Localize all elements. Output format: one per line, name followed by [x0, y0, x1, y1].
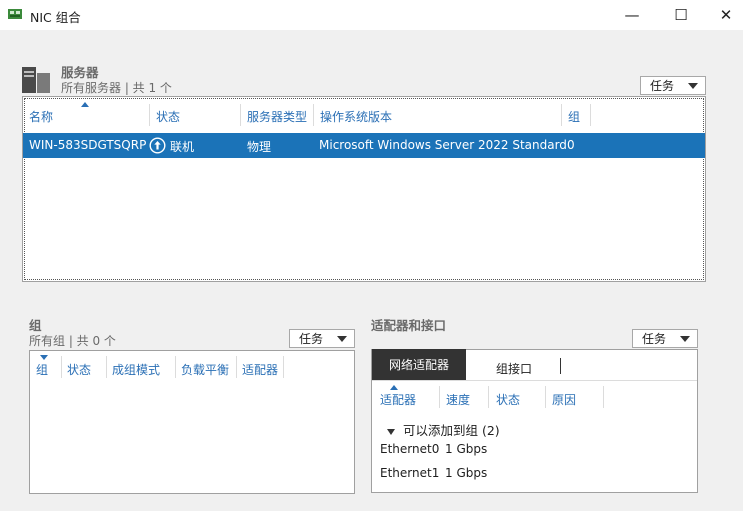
servers-col-status[interactable]: 状态: [156, 108, 180, 125]
groups-col-adapters[interactable]: 适配器: [242, 361, 278, 378]
groups-count-subtitle: 所有组 | 共 0 个: [29, 334, 116, 348]
column-divider: [175, 356, 176, 378]
sort-ascending-icon: [390, 385, 398, 390]
column-divider: [149, 104, 150, 126]
column-divider: [439, 386, 440, 408]
column-divider: [488, 386, 489, 408]
servers-count-subtitle: 所有服务器 | 共 1 个: [61, 81, 172, 95]
column-divider: [561, 104, 562, 126]
servers-col-name[interactable]: 名称: [29, 108, 53, 125]
minimize-icon: —: [624, 6, 640, 24]
tab-network-adapters-label: 网络适配器: [388, 358, 449, 372]
server-name: WIN-583SDGTSQRP: [29, 138, 147, 152]
groups-tasks-label: 任务: [299, 332, 324, 346]
tab-network-adapters[interactable]: 网络适配器: [372, 349, 466, 380]
collapse-triangle-icon: [387, 428, 395, 435]
adapters-col-status[interactable]: 状态: [496, 391, 520, 408]
column-divider: [313, 104, 314, 126]
server-row[interactable]: WIN-583SDGTSQRP 联机 物理 Microsoft Windows …: [23, 133, 705, 158]
groups-tasks-dropdown[interactable]: 任务: [289, 329, 355, 348]
close-icon: ✕: [719, 6, 733, 24]
column-divider: [61, 356, 62, 378]
adapters-col-reason[interactable]: 原因: [552, 391, 576, 408]
tab-underline: [372, 380, 697, 381]
server-groups: 0: [567, 138, 575, 152]
column-divider: [106, 356, 107, 378]
adapters-group-header[interactable]: 可以添加到组 (2): [387, 420, 500, 439]
adapter-speed: 1 Gbps: [445, 466, 488, 480]
adapters-section-title: 适配器和接口: [371, 318, 447, 333]
column-divider: [590, 104, 591, 126]
column-divider: [545, 386, 546, 408]
chevron-down-icon: [688, 83, 698, 89]
close-button[interactable]: ✕: [703, 0, 743, 30]
server-type: 物理: [247, 140, 272, 154]
adapter-speed: 1 Gbps: [445, 442, 488, 456]
servers-col-os[interactable]: 操作系统版本: [320, 108, 392, 125]
groups-col-mode[interactable]: 成组模式: [112, 361, 160, 378]
servers-col-groups[interactable]: 组: [568, 108, 580, 125]
column-divider: [603, 386, 604, 408]
sort-descending-icon: [40, 355, 48, 360]
title-bar: NIC 组合 — ☐ ✕: [0, 0, 743, 30]
minimize-button[interactable]: —: [609, 0, 655, 30]
chevron-down-icon: [680, 336, 690, 342]
adapters-col-speed[interactable]: 速度: [446, 391, 470, 408]
groups-col-group[interactable]: 组: [36, 361, 48, 378]
nic-teaming-app-icon: [8, 9, 22, 19]
groups-col-load-balancing[interactable]: 负载平衡: [181, 361, 229, 378]
chevron-down-icon: [337, 336, 347, 342]
adapters-col-adapter[interactable]: 适配器: [380, 391, 416, 408]
server-icon: [22, 67, 50, 93]
server-status: 联机: [170, 140, 195, 154]
sort-ascending-icon: [81, 102, 89, 107]
window-title: NIC 组合: [30, 10, 81, 25]
online-status-icon: [149, 137, 166, 154]
servers-tasks-label: 任务: [650, 79, 675, 93]
tab-divider: [560, 358, 561, 374]
maximize-button[interactable]: ☐: [658, 0, 704, 30]
adapters-group-header-label: 可以添加到组 (2): [403, 423, 500, 438]
adapters-tasks-dropdown[interactable]: 任务: [632, 329, 698, 348]
tab-team-interfaces[interactable]: 组接口: [496, 360, 532, 377]
adapter-name[interactable]: Ethernet1: [380, 466, 439, 480]
servers-col-type[interactable]: 服务器类型: [247, 108, 307, 125]
groups-col-status[interactable]: 状态: [67, 361, 91, 378]
adapter-name[interactable]: Ethernet0: [380, 442, 439, 456]
adapters-tasks-label: 任务: [642, 332, 667, 346]
servers-tasks-dropdown[interactable]: 任务: [640, 76, 706, 95]
server-os: Microsoft Windows Server 2022 Standard: [319, 138, 567, 152]
column-divider: [283, 356, 284, 378]
maximize-icon: ☐: [674, 6, 688, 24]
column-divider: [236, 356, 237, 378]
column-divider: [240, 104, 241, 126]
